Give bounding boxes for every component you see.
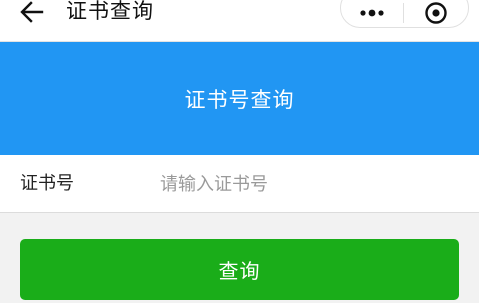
query-button[interactable]: 查询 [20, 239, 459, 300]
header-banner: 证书号查询 [0, 42, 479, 155]
navigation-bar: 证书查询 [0, 0, 479, 42]
more-button[interactable] [341, 0, 403, 27]
back-button[interactable] [16, 0, 48, 24]
target-circle-icon [425, 2, 447, 24]
certificate-number-row: 证书号 [0, 155, 479, 213]
more-dots-icon [360, 9, 384, 17]
screen: 证书查询 证书号查询 证书号 查询 [0, 0, 479, 303]
mini-program-capsule [340, 0, 469, 28]
banner-title: 证书号查询 [184, 87, 295, 112]
page-title: 证书查询 [66, 0, 154, 23]
certificate-number-input[interactable] [160, 165, 460, 203]
close-button[interactable] [404, 0, 468, 27]
certificate-number-label: 证书号 [20, 173, 74, 194]
arrow-left-icon [20, 1, 44, 23]
